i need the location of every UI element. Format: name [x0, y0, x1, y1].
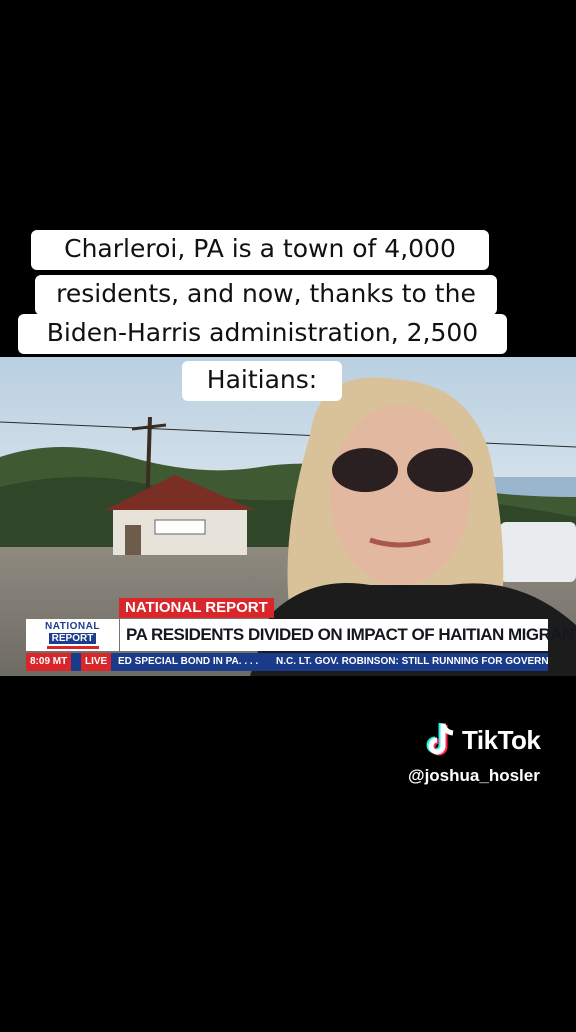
ticker-time: 8:09 MT — [26, 653, 72, 671]
video-frame[interactable]: NATIONAL REPORT NATIONAL REPORT PA RESID… — [0, 357, 576, 676]
news-ticker: 8:09 MT LIVE ED SPECIAL BOND IN PA. . . … — [26, 653, 548, 671]
creator-handle[interactable]: @joshua_hosler — [408, 766, 540, 786]
caption-line-3: Biden-Harris administration, 2,500 — [18, 314, 507, 354]
tiktok-logo: TikTok — [426, 720, 541, 760]
news-headline: PA RESIDENTS DIVIDED ON IMPACT OF HAITIA… — [120, 619, 576, 651]
report-label: NATIONAL REPORT — [119, 598, 274, 618]
network-logo: NATIONAL REPORT — [26, 619, 119, 651]
ticker-live: LIVE — [81, 653, 112, 671]
ticker-item: ED SPECIAL BOND IN PA. . . . — [118, 656, 259, 667]
tiktok-brand: TikTok — [462, 724, 541, 755]
logo-bottom-text: REPORT — [48, 632, 97, 644]
logo-stripe — [46, 645, 99, 649]
caption-line-2: residents, and now, thanks to the — [35, 275, 497, 315]
video-building — [105, 475, 255, 555]
logo-top-text: NATIONAL — [45, 620, 100, 632]
caption-line-1: Charleroi, PA is a town of 4,000 — [31, 230, 489, 270]
tiktok-note-icon — [426, 723, 454, 756]
ticker-item: N.C. LT. GOV. ROBINSON: STILL RUNNING FO… — [276, 656, 548, 667]
caption-line-4: Haitians: — [182, 361, 342, 401]
